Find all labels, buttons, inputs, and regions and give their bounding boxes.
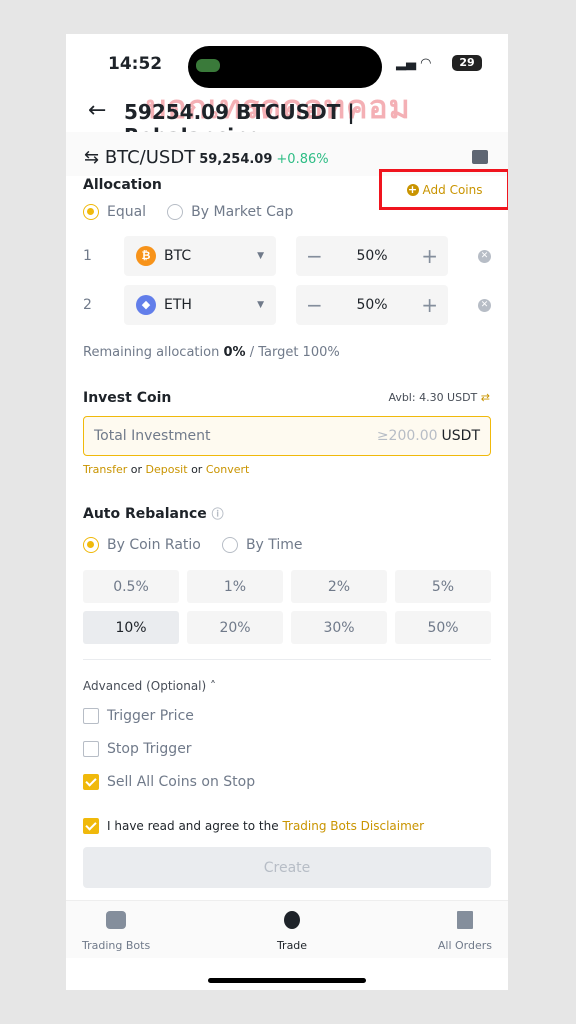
allocation-label: Allocation bbox=[83, 177, 162, 193]
avbl-text: Avbl: 4.30 USDT bbox=[388, 391, 478, 404]
ratio-option[interactable]: 0.5% bbox=[83, 570, 179, 603]
bottom-nav: Trading Bots Trade All Orders bbox=[66, 900, 508, 958]
auto-rebalance-text: Auto Rebalance bbox=[83, 506, 207, 522]
coin-select-btc[interactable]: ₿ BTC ▼ bbox=[124, 236, 276, 276]
minus-button[interactable]: − bbox=[306, 293, 323, 317]
ratio-option[interactable]: 50% bbox=[395, 611, 491, 644]
create-button[interactable]: Create bbox=[83, 847, 491, 888]
convert-link[interactable]: Convert bbox=[206, 463, 250, 476]
signal-wifi-icon: ▂▄ ◠ bbox=[396, 56, 432, 71]
coin-name: BTC bbox=[164, 248, 192, 264]
checkbox-label: Trigger Price bbox=[107, 708, 194, 724]
row-index: 2 bbox=[83, 297, 92, 313]
phone-screen: 14:52 บอกเทรดดอทคอม ▂▄ ◠ 29 ← 59254.09 B… bbox=[66, 34, 508, 990]
percent-stepper[interactable]: − 50% + bbox=[296, 285, 448, 325]
invest-coin-label: Invest Coin bbox=[83, 390, 172, 406]
checkbox-label: Sell All Coins on Stop bbox=[107, 774, 256, 790]
info-icon[interactable]: ⓘ bbox=[212, 507, 224, 521]
agree-text: I have read and agree to the bbox=[107, 819, 279, 833]
coin-select-eth[interactable]: ◆ ETH ▼ bbox=[124, 285, 276, 325]
available-balance: Avbl: 4.30 USDT ⇄ bbox=[388, 391, 490, 404]
radio-equal[interactable]: Equal bbox=[83, 204, 146, 220]
advanced-toggle[interactable]: Advanced (Optional) ˄ bbox=[83, 679, 216, 693]
ratio-option-selected[interactable]: 10% bbox=[83, 611, 179, 644]
stop-trigger-checkbox[interactable]: Stop Trigger bbox=[83, 741, 192, 757]
robot-icon bbox=[106, 911, 127, 929]
swap-icon: ⇆ bbox=[84, 147, 105, 168]
remaining-allocation: Remaining allocation 0% / Target 100% bbox=[83, 345, 340, 360]
nav-label: Trading Bots bbox=[82, 939, 151, 952]
nav-trade[interactable]: Trade bbox=[262, 911, 322, 952]
input-placeholder: Total Investment bbox=[94, 428, 211, 444]
radio-label: By Coin Ratio bbox=[107, 537, 201, 553]
fund-links: Transfer or Deposit or Convert bbox=[83, 463, 249, 476]
coin-row: 2 ◆ ETH ▼ − 50% + ✕ bbox=[83, 285, 493, 325]
transfer-link[interactable]: Transfer bbox=[83, 463, 127, 476]
or-text: or bbox=[191, 463, 203, 476]
total-investment-input[interactable]: Total Investment ≥200.00 USDT bbox=[83, 416, 491, 456]
target-label: / Target 100% bbox=[249, 345, 340, 360]
deposit-link[interactable]: Deposit bbox=[146, 463, 188, 476]
ratio-option[interactable]: 30% bbox=[291, 611, 387, 644]
radio-by-time[interactable]: By Time bbox=[221, 537, 303, 553]
battery-icon: 29 bbox=[452, 55, 482, 71]
pair-change: +0.86% bbox=[276, 152, 329, 167]
coin-row: 1 ₿ BTC ▼ − 50% + ✕ bbox=[83, 236, 493, 276]
input-unit: USDT bbox=[441, 428, 480, 444]
radio-label: By Market Cap bbox=[191, 204, 294, 220]
nav-label: Trade bbox=[276, 939, 308, 952]
remove-coin-icon[interactable]: ✕ bbox=[478, 298, 491, 312]
chart-icon[interactable] bbox=[472, 150, 488, 164]
add-coins-label: Add Coins bbox=[422, 182, 483, 197]
home-indicator[interactable] bbox=[208, 978, 366, 983]
remaining-value: 0% bbox=[223, 345, 246, 360]
remaining-label: Remaining allocation bbox=[83, 345, 220, 360]
pair-symbol: BTC/USDT bbox=[104, 147, 196, 168]
percent-stepper[interactable]: − 50% + bbox=[296, 236, 448, 276]
disclaimer-link[interactable]: Trading Bots Disclaimer bbox=[282, 819, 424, 833]
radio-by-coin-ratio[interactable]: By Coin Ratio bbox=[83, 537, 201, 553]
or-text: or bbox=[130, 463, 142, 476]
swap-icon[interactable]: ⇄ bbox=[481, 391, 490, 404]
percent-value: 50% bbox=[356, 297, 388, 313]
radio-label: Equal bbox=[107, 204, 147, 220]
row-index: 1 bbox=[83, 248, 92, 264]
plus-button[interactable]: + bbox=[421, 293, 438, 317]
pair-price: 59,254.09 bbox=[199, 152, 273, 167]
remove-coin-icon[interactable]: ✕ bbox=[478, 249, 491, 263]
ratio-option[interactable]: 5% bbox=[395, 570, 491, 603]
add-coins-button[interactable]: + Add Coins bbox=[379, 169, 508, 210]
plus-button[interactable]: + bbox=[421, 244, 438, 268]
eth-icon: ◆ bbox=[136, 295, 156, 315]
minus-button[interactable]: − bbox=[306, 244, 323, 268]
input-min: ≥200.00 bbox=[376, 428, 438, 444]
radio-by-market-cap[interactable]: By Market Cap bbox=[167, 204, 293, 220]
ratio-option[interactable]: 20% bbox=[187, 611, 283, 644]
plus-circle-icon: + bbox=[406, 182, 419, 196]
caret-down-icon: ▼ bbox=[257, 251, 264, 261]
orders-icon bbox=[456, 911, 473, 929]
checkbox-label: Stop Trigger bbox=[107, 741, 192, 757]
divider bbox=[83, 659, 491, 660]
agree-checkbox[interactable]: I have read and agree to the Trading Bot… bbox=[83, 818, 424, 834]
radio-label: By Time bbox=[245, 537, 303, 553]
auto-rebalance-label: Auto Rebalance ⓘ bbox=[83, 505, 224, 522]
coin-name: ETH bbox=[164, 297, 192, 313]
ratio-option[interactable]: 1% bbox=[187, 570, 283, 603]
trigger-price-checkbox[interactable]: Trigger Price bbox=[83, 708, 194, 724]
trade-icon bbox=[284, 911, 300, 929]
ratio-grid: 0.5% 1% 2% 5% 10% 20% 30% 50% bbox=[83, 570, 491, 644]
caret-down-icon: ▼ bbox=[257, 300, 264, 310]
back-button[interactable]: ← bbox=[88, 98, 106, 123]
sell-all-coins-checkbox[interactable]: Sell All Coins on Stop bbox=[83, 774, 255, 790]
status-time: 14:52 bbox=[108, 54, 163, 74]
pair-selector[interactable]: ⇆ BTC/USDT 59,254.09 +0.86% bbox=[84, 147, 329, 168]
nav-all-orders[interactable]: All Orders bbox=[438, 911, 492, 952]
ratio-option[interactable]: 2% bbox=[291, 570, 387, 603]
nav-label: All Orders bbox=[437, 939, 492, 952]
btc-icon: ₿ bbox=[136, 246, 156, 266]
nav-trading-bots[interactable]: Trading Bots bbox=[82, 911, 150, 952]
percent-value: 50% bbox=[356, 248, 388, 264]
